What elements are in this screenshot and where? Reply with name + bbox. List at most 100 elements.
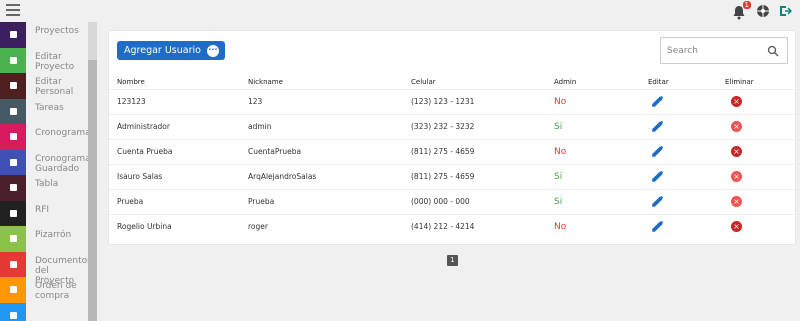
home-icon	[0, 22, 26, 48]
sidebar-item-label: Cronograma	[35, 128, 91, 138]
table-row: Cuenta Prueba CuentaPrueba (811) 275 - 465…	[109, 138, 797, 164]
column-header-nombre: Nombre	[117, 77, 145, 86]
notification-badge: 1	[742, 0, 751, 9]
cell-admin: No	[554, 213, 648, 239]
cell-eliminar: ×	[725, 88, 797, 114]
cell-nickname: ArqAlejandroSalas	[248, 163, 411, 189]
delete-icon[interactable]: ×	[731, 196, 742, 207]
sidebar-item[interactable]	[0, 302, 98, 321]
logout-icon[interactable]	[778, 3, 793, 22]
sidebar-scrollbar-thumb[interactable]	[88, 60, 97, 321]
cell-celular: (414) 212 - 4214	[411, 213, 554, 239]
settings-wheel-icon[interactable]	[756, 3, 770, 22]
table-row: Administrador admin (323) 232 - 3232 Si ×	[109, 113, 797, 139]
cell-nombre: Prueba	[109, 188, 248, 214]
edit-pencil-icon[interactable]	[652, 95, 664, 109]
notification-bell-icon[interactable]: 1	[732, 0, 751, 21]
more-dots-icon: ···	[206, 44, 219, 57]
edit-pencil-icon[interactable]	[652, 220, 664, 234]
edit-pencil-icon[interactable]	[652, 120, 664, 134]
table-header-row: Nombre Nickname Celular Admin Editar Eli…	[109, 75, 797, 89]
cell-nickname: CuentaPrueba	[248, 138, 411, 164]
cell-admin: Si	[554, 113, 648, 139]
cell-editar	[648, 113, 725, 139]
people-icon	[0, 73, 26, 99]
sidebar-item[interactable]: RFI	[0, 200, 98, 226]
file-icon	[0, 251, 26, 277]
sidebar-item-label: Proyectos	[35, 26, 79, 36]
cell-admin: No	[554, 138, 648, 164]
sidebar-item[interactable]: Editar Personal	[0, 73, 98, 99]
table-row: 123123 123 (123) 123 - 1231 No ×	[109, 88, 797, 114]
column-header-editar: Editar	[648, 77, 669, 86]
sidebar-item-label	[26, 303, 88, 307]
cell-nombre: 123123	[109, 88, 248, 114]
cell-celular: (323) 232 - 3232	[411, 113, 554, 139]
sidebar-item[interactable]: Pizarrón	[0, 226, 98, 252]
cell-celular: (811) 275 - 4659	[411, 163, 554, 189]
layers-icon	[0, 149, 26, 175]
cell-eliminar: ×	[725, 138, 797, 164]
sidebar-item[interactable]: Orden de compra	[0, 277, 98, 303]
cell-editar	[648, 188, 725, 214]
sidebar-item-label: Pizarrón	[35, 230, 72, 240]
search-input[interactable]	[667, 45, 767, 56]
add-user-button[interactable]: Agregar Usuario ···	[117, 41, 225, 60]
brush-icon	[0, 226, 26, 252]
archive-icon	[0, 124, 26, 150]
checklist-icon	[0, 98, 26, 124]
add-user-label: Agregar Usuario	[124, 45, 201, 56]
cell-nickname: admin	[248, 113, 411, 139]
cell-eliminar: ×	[725, 213, 797, 239]
table-icon	[0, 175, 26, 201]
delete-icon[interactable]: ×	[731, 146, 742, 157]
pagination-page-1[interactable]: 1	[447, 255, 458, 266]
cell-celular: (000) 000 - 000	[411, 188, 554, 214]
users-table: Nombre Nickname Celular Admin Editar Eli…	[109, 75, 797, 239]
sidebar-item-label: Orden de compra	[35, 281, 77, 301]
hamburger-menu-icon[interactable]	[6, 4, 20, 16]
sidebar-item-label: Tabla	[35, 179, 59, 189]
cell-celular: (811) 275 - 4659	[411, 138, 554, 164]
column-header-admin: Admin	[554, 77, 577, 86]
sidebar-item[interactable]: Documentos del Proyecto	[0, 251, 98, 286]
users-card: Agregar Usuario ··· Nombre Nickname Celu…	[108, 30, 797, 266]
edit-pencil-icon[interactable]	[652, 145, 664, 159]
sidebar: Proyectos Editar Proyecto Editar Personal T…	[0, 22, 98, 321]
cell-admin: Si	[554, 188, 648, 214]
cell-eliminar: ×	[725, 163, 797, 189]
delete-icon[interactable]: ×	[731, 171, 742, 182]
more-icon	[0, 302, 26, 321]
delete-icon[interactable]: ×	[731, 121, 742, 132]
delete-icon[interactable]: ×	[731, 221, 742, 233]
sidebar-item[interactable]: Cronograma	[0, 124, 98, 150]
cell-nombre: Cuenta Prueba	[109, 138, 248, 164]
cell-nickname: Prueba	[248, 188, 411, 214]
sidebar-item[interactable]: Tareas	[0, 98, 98, 124]
box-icon	[0, 277, 26, 303]
cell-editar	[648, 163, 725, 189]
cell-editar	[648, 138, 725, 164]
sidebar-item[interactable]: Tabla	[0, 175, 98, 201]
cell-eliminar: ×	[725, 113, 797, 139]
pencil-icon	[0, 47, 26, 73]
table-row: Isauro Salas ArqAlejandroSalas (811) 275 -…	[109, 163, 797, 189]
cell-editar	[648, 88, 725, 114]
cell-celular: (123) 123 - 1231	[411, 88, 554, 114]
cell-nombre: Isauro Salas	[109, 163, 248, 189]
sidebar-item-label: Tareas	[35, 102, 64, 113]
search-box	[660, 37, 788, 64]
table-row: Prueba Prueba (000) 000 - 000 Si ×	[109, 188, 797, 214]
sidebar-item[interactable]: Editar Proyecto	[0, 47, 98, 73]
search-icon[interactable]	[767, 45, 779, 57]
sidebar-item-label: Cronograma Guardado	[35, 153, 91, 174]
cell-admin: No	[554, 88, 648, 114]
edit-pencil-icon[interactable]	[652, 195, 664, 209]
cell-admin: Si	[554, 163, 648, 189]
edit-pencil-icon[interactable]	[652, 170, 664, 184]
top-bar: 1	[0, 0, 800, 22]
sidebar-item[interactable]: Cronograma Guardado	[0, 149, 98, 175]
sidebar-item[interactable]: Proyectos	[0, 22, 98, 48]
cell-nombre: Administrador	[109, 113, 248, 139]
delete-icon[interactable]: ×	[731, 96, 742, 107]
